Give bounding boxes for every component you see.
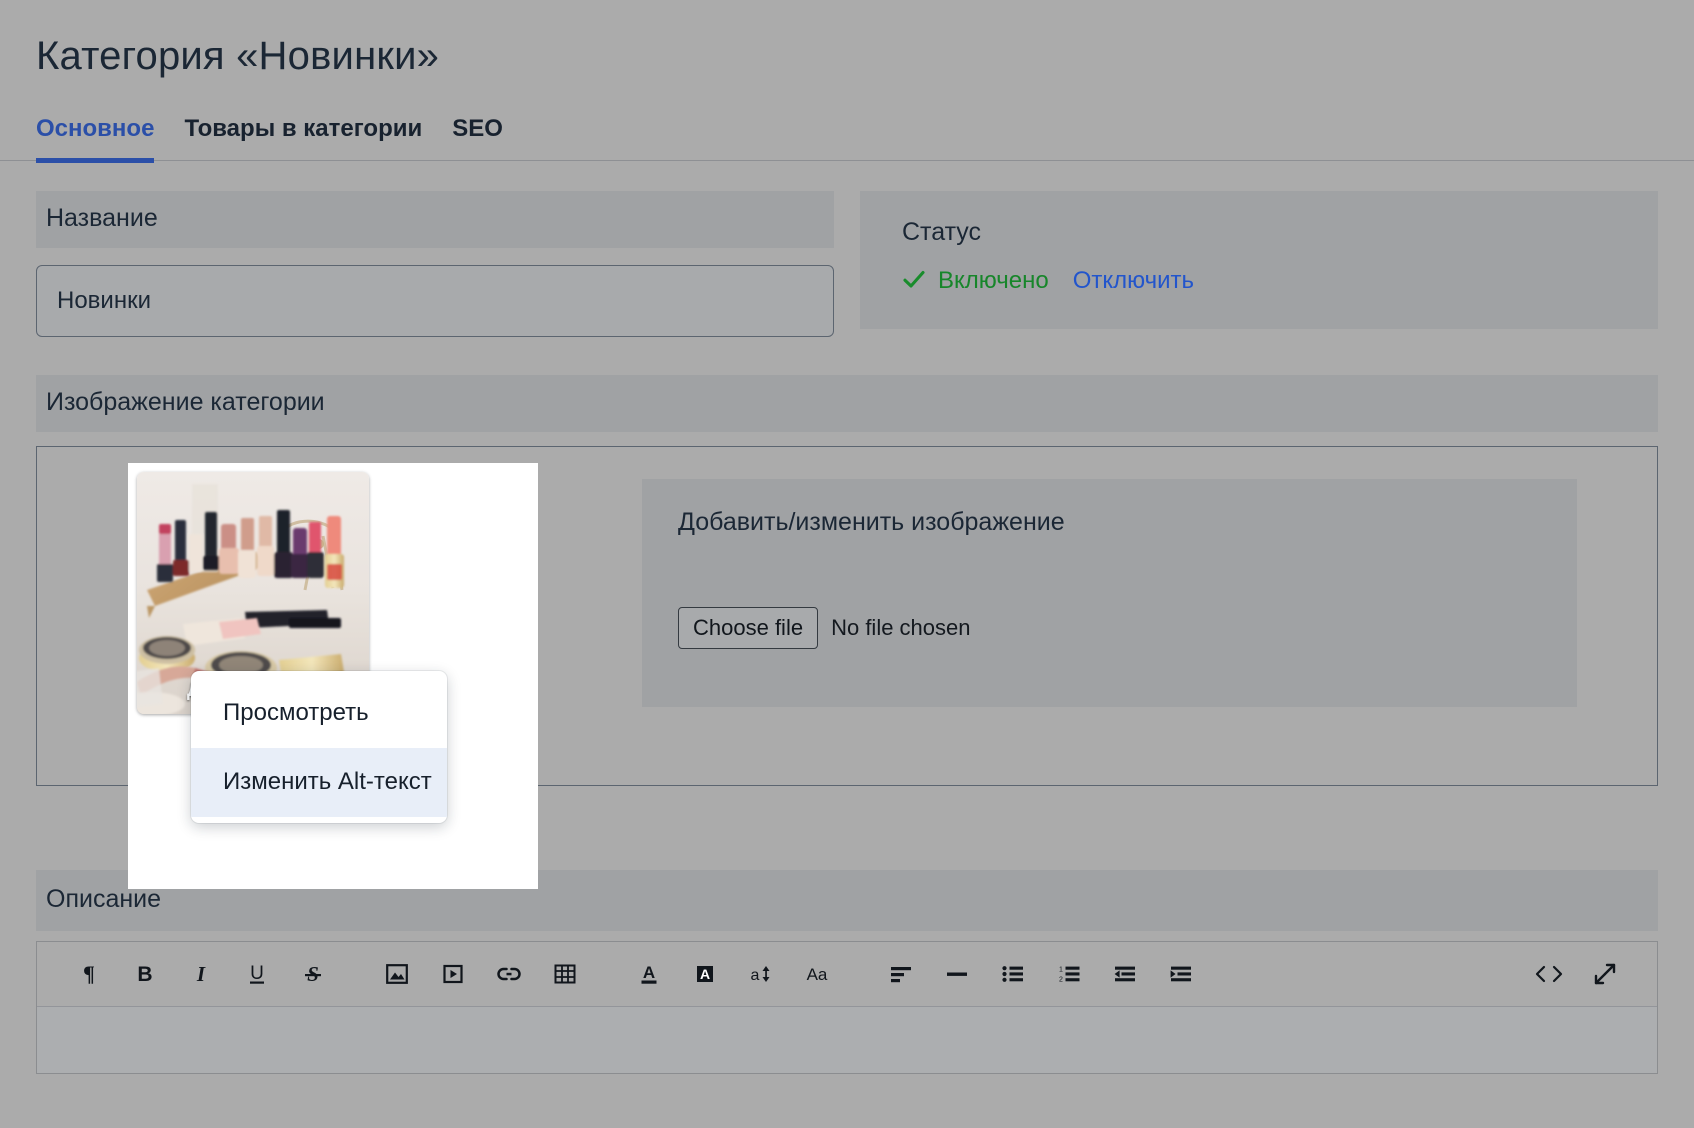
tab-tovary-v-kategorii[interactable]: Товары в категории xyxy=(184,115,422,163)
tab-bar: Основное Товары в категории SEO xyxy=(0,115,1694,163)
toolbar-group-paragraph: 1 2 xyxy=(873,954,1209,994)
horizontal-rule-icon[interactable] xyxy=(929,954,985,994)
menu-item-prosmotret[interactable]: Просмотреть xyxy=(191,679,447,748)
fullscreen-icon[interactable] xyxy=(1577,954,1633,994)
svg-text:I: I xyxy=(196,962,206,986)
font-size-icon[interactable]: a xyxy=(733,954,789,994)
indent-icon[interactable] xyxy=(1153,954,1209,994)
menu-item-izmenit-alt-tekst[interactable]: Изменить Alt-текст xyxy=(191,747,447,817)
image-upload-card: Добавить/изменить изображение Choose fil… xyxy=(642,479,1577,708)
choose-file-button[interactable]: Choose file xyxy=(678,607,819,650)
svg-text:A: A xyxy=(700,966,710,982)
toolbar-group-insert xyxy=(369,954,593,994)
text-color-icon[interactable]: A xyxy=(621,954,677,994)
status-row: Включено Отключить xyxy=(902,267,1616,295)
align-icon[interactable] xyxy=(873,954,929,994)
no-file-chosen-label: No file chosen xyxy=(831,615,971,641)
svg-text:¶: ¶ xyxy=(83,962,95,986)
font-family-icon[interactable]: Aa xyxy=(789,954,845,994)
category-image-label: Изображение категории xyxy=(36,374,1658,433)
outdent-icon[interactable] xyxy=(1097,954,1153,994)
toolbar-group-view xyxy=(1521,954,1633,994)
status-card: Статус Включено Отключить xyxy=(860,190,1658,329)
svg-text:Aa: Aa xyxy=(807,965,828,984)
description-section: Описание ¶ B I U A A a Aa 1 2 xyxy=(36,870,1658,1075)
svg-text:a: a xyxy=(751,967,760,984)
page-title: Категория «Новинки» xyxy=(36,34,440,78)
paragraph-icon[interactable]: ¶ xyxy=(61,954,117,994)
numbered-list-icon[interactable]: 1 2 xyxy=(1041,954,1097,994)
rich-text-editor: ¶ B I U A A a Aa 1 2 xyxy=(36,941,1658,1075)
italic-icon[interactable]: I xyxy=(173,954,229,994)
svg-text:U: U xyxy=(250,963,264,984)
toolbar-group-format: ¶ B I U xyxy=(61,954,341,994)
thumbnail-actions-menu: Просмотреть Изменить Alt-текст xyxy=(191,671,447,823)
category-image-section: Изображение категории Просмотреть Измени… xyxy=(36,374,1658,890)
bold-icon[interactable]: B xyxy=(117,954,173,994)
status-disable-link[interactable]: Отключить xyxy=(1073,267,1194,295)
svg-text:2: 2 xyxy=(1059,977,1063,984)
status-enabled-label: Включено xyxy=(938,266,1049,294)
tab-osnovnoe[interactable]: Основное xyxy=(36,115,155,163)
check-icon xyxy=(902,267,926,295)
editor-toolbar: ¶ B I U A A a Aa 1 2 xyxy=(37,942,1657,1008)
strikethrough-icon[interactable]: S xyxy=(285,954,341,994)
name-field-label: Название xyxy=(36,190,834,248)
svg-text:1: 1 xyxy=(1059,967,1063,974)
video-icon[interactable] xyxy=(425,954,481,994)
table-icon[interactable] xyxy=(537,954,593,994)
main-top-row: Название Статус Включено Отключить xyxy=(0,161,1694,337)
source-code-icon[interactable] xyxy=(1521,954,1577,994)
name-field-group: Название xyxy=(36,190,834,337)
underline-icon[interactable]: U xyxy=(229,954,285,994)
highlight-color-icon[interactable]: A xyxy=(677,954,733,994)
svg-text:A: A xyxy=(643,963,655,982)
status-title: Статус xyxy=(902,217,982,246)
name-input[interactable] xyxy=(36,264,834,337)
svg-text:B: B xyxy=(137,963,152,986)
page-header: Категория «Новинки» xyxy=(0,0,1694,79)
bullet-list-icon[interactable] xyxy=(985,954,1041,994)
editor-content-area[interactable] xyxy=(37,1007,1657,1074)
image-upload-label: Добавить/изменить изображение xyxy=(678,508,1065,537)
toolbar-group-typography: A A a Aa xyxy=(621,954,845,994)
tab-seo[interactable]: SEO xyxy=(452,115,503,163)
link-icon[interactable] xyxy=(481,954,537,994)
category-image-box: Действия Просмотреть Изменить Alt-текст … xyxy=(36,446,1658,890)
image-icon[interactable] xyxy=(369,954,425,994)
file-input-row: Choose file No file chosen xyxy=(678,607,1541,650)
